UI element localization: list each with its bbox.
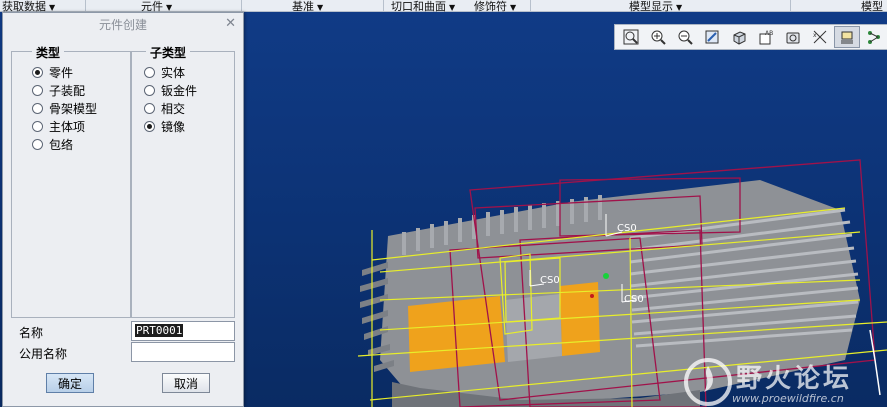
option-label: 相交	[161, 101, 186, 116]
datum-display-icon	[841, 31, 853, 44]
subtype-option-solid[interactable]: 实体	[144, 64, 185, 80]
type-group-legend: 类型	[32, 44, 65, 61]
name-label: 名称	[19, 326, 44, 340]
watermark-url: www.proewildfire.cn	[732, 392, 844, 405]
radio-icon	[32, 120, 43, 132]
caret-down-icon: ▼	[317, 3, 324, 12]
ribbon-group-bar: 获取数据 ▼ 元件 ▼ 基准 ▼ 切口和曲面 ▼ 修饰符 ▼ 模型显示 ▼ 模型	[0, 0, 887, 13]
refit-button[interactable]	[618, 26, 644, 48]
option-label: 镜像	[161, 119, 186, 134]
subtype-option-intersect[interactable]: 相交	[144, 100, 185, 116]
zoom-out-icon	[678, 30, 693, 45]
type-option-envelope[interactable]: 包络	[32, 136, 73, 152]
option-label: 主体项	[49, 119, 86, 134]
view-manager-icon	[786, 32, 800, 44]
spin-center-button[interactable]	[861, 26, 887, 48]
selection-marker	[603, 273, 609, 279]
spin-center-icon	[868, 31, 880, 44]
type-option-subassembly[interactable]: 子装配	[32, 82, 85, 98]
csys-label: CS0	[617, 223, 637, 234]
saved-views-icon: AB	[759, 30, 773, 45]
type-option-part[interactable]: 零件	[32, 64, 73, 80]
zoom-in-button[interactable]	[645, 26, 671, 48]
caret-down-icon: ▼	[510, 3, 517, 12]
ribbon-separator	[241, 0, 242, 12]
option-label: 零件	[49, 65, 74, 80]
csys-label: CS0	[624, 294, 644, 305]
caret-down-icon: ▼	[49, 3, 56, 12]
radio-icon	[32, 138, 43, 150]
ok-button[interactable]: 确定	[46, 373, 94, 393]
view-toolbar: AB x	[614, 24, 887, 50]
radio-icon	[144, 84, 155, 96]
ribbon-separator	[85, 0, 86, 12]
subtype-option-sheetmetal[interactable]: 钣金件	[144, 82, 197, 98]
watermark-text: 野火论坛	[736, 364, 853, 394]
common-name-field[interactable]	[131, 342, 235, 362]
radio-selected-icon	[32, 66, 43, 78]
cancel-button[interactable]: 取消	[162, 373, 210, 393]
flame-logo-icon	[684, 358, 732, 406]
dialog-title: 元件创建	[98, 17, 147, 32]
repaint-icon	[705, 30, 719, 44]
annotation-display-button[interactable]: x	[807, 26, 833, 48]
origin-marker	[590, 294, 594, 298]
caret-down-icon: ▼	[449, 3, 456, 12]
option-label: 实体	[161, 65, 186, 80]
svg-text:AB: AB	[765, 30, 773, 37]
csys-label: CS0	[540, 275, 560, 286]
refit-icon	[623, 29, 639, 45]
type-option-skeleton-model[interactable]: 骨架模型	[32, 100, 97, 116]
name-field-value: PRT0001	[135, 324, 184, 337]
subtype-group-legend: 子类型	[146, 44, 191, 61]
type-group: 类型 零件 子装配 骨架模型 主体项 包络	[11, 44, 131, 318]
datum-display-button[interactable]	[834, 26, 860, 48]
subtype-option-mirror[interactable]: 镜像	[144, 118, 185, 134]
zoom-in-icon	[651, 30, 666, 45]
option-label: 骨架模型	[49, 101, 98, 116]
option-label: 子装配	[49, 83, 86, 98]
repaint-button[interactable]	[699, 26, 725, 48]
annotation-display-icon: x	[813, 30, 827, 44]
radio-selected-icon	[144, 120, 155, 132]
common-name-label: 公用名称	[19, 347, 68, 361]
component-create-dialog: 元件创建 ✕ 类型 零件 子装配 骨架模型 主体项 包络 子类型 实体 钣金件 …	[2, 12, 244, 407]
name-field[interactable]: PRT0001	[131, 321, 235, 341]
saved-views-button[interactable]: AB	[753, 26, 779, 48]
zoom-out-button[interactable]	[672, 26, 698, 48]
type-option-bulk-item[interactable]: 主体项	[32, 118, 85, 134]
display-style-button[interactable]	[726, 26, 752, 48]
svg-text:x: x	[813, 32, 817, 39]
display-style-icon	[733, 31, 746, 45]
ribbon-separator	[790, 0, 791, 12]
caret-down-icon: ▼	[166, 3, 173, 12]
caret-down-icon: ▼	[676, 3, 683, 12]
ribbon-separator	[383, 0, 384, 12]
radio-icon	[144, 66, 155, 78]
option-label: 钣金件	[161, 83, 198, 98]
forum-watermark: 野火论坛 www.proewildfire.cn	[676, 348, 887, 407]
option-label: 包络	[49, 137, 74, 152]
close-icon[interactable]: ✕	[225, 16, 236, 31]
radio-icon	[32, 84, 43, 96]
radio-icon	[144, 102, 155, 114]
radio-icon	[32, 102, 43, 114]
subtype-group: 子类型 实体 钣金件 相交 镜像	[131, 44, 235, 318]
view-manager-button[interactable]	[780, 26, 806, 48]
ribbon-separator	[530, 0, 531, 12]
